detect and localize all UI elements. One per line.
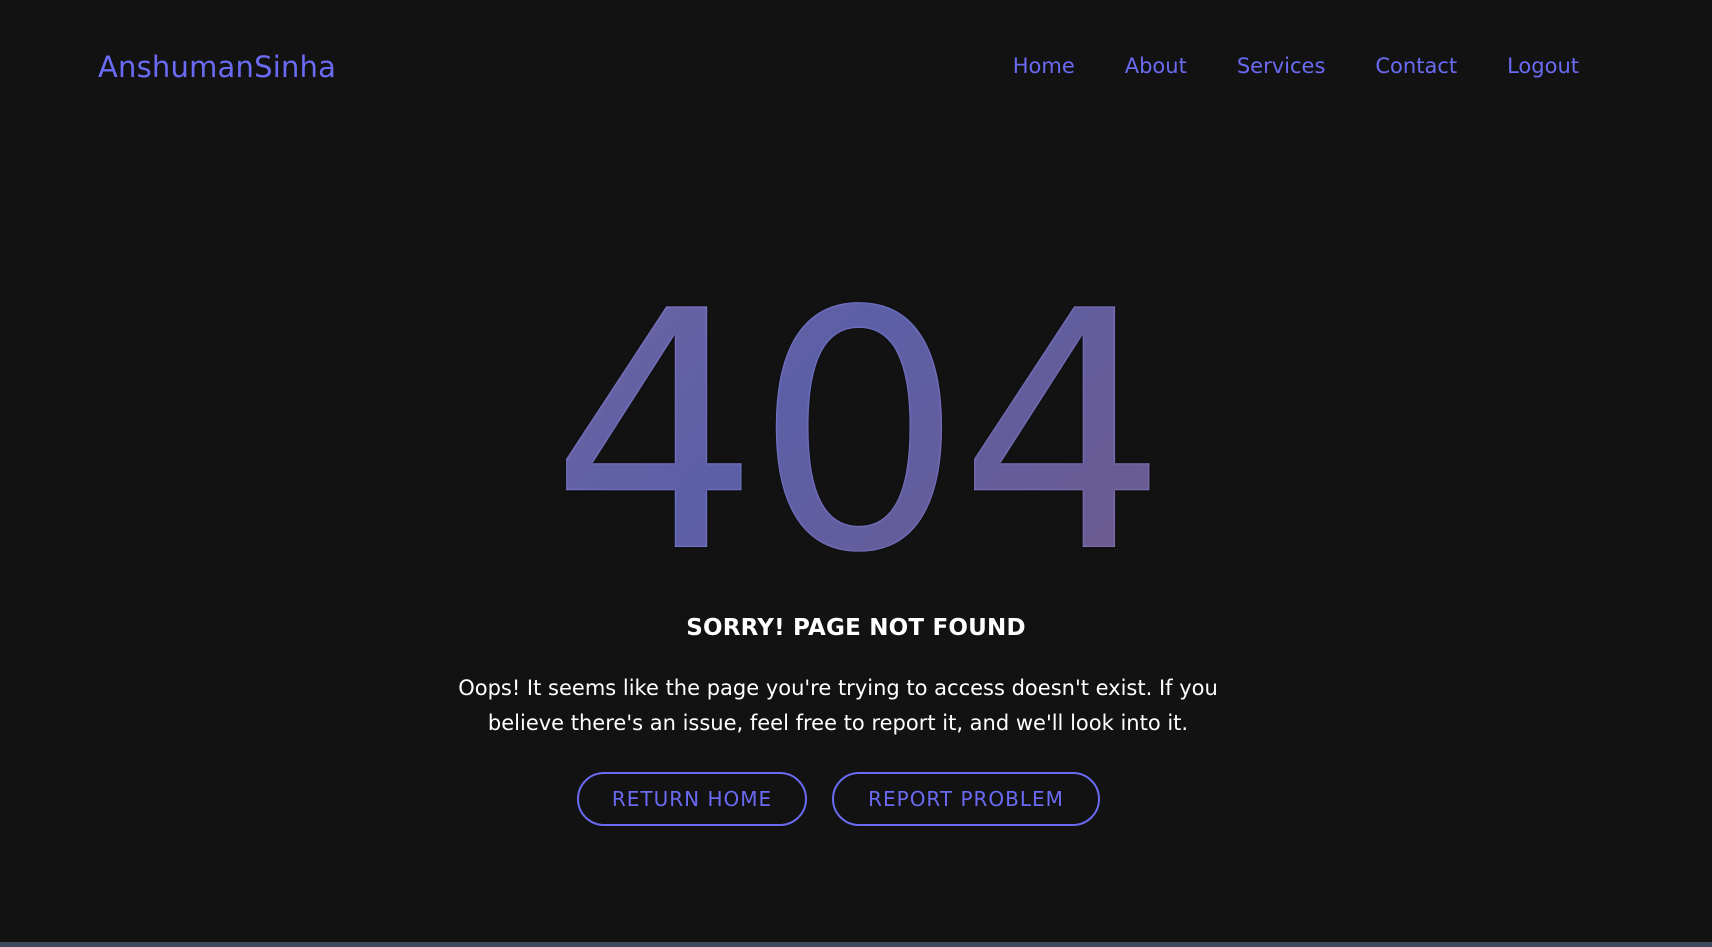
nav-link-home[interactable]: Home bbox=[1013, 54, 1075, 78]
nav-link-contact[interactable]: Contact bbox=[1375, 54, 1457, 78]
nav-links: Home About Services Contact Logout bbox=[963, 54, 1579, 78]
error-code: 404 bbox=[550, 241, 1168, 625]
brand-logo-link[interactable]: AnshumanSinha bbox=[98, 50, 336, 84]
bottom-divider bbox=[0, 942, 1712, 947]
nav-link-about[interactable]: About bbox=[1125, 54, 1187, 78]
navbar: AnshumanSinha Home About Services Contac… bbox=[0, 0, 1712, 140]
return-home-button[interactable]: RETURN HOME bbox=[577, 772, 807, 826]
nav-link-logout[interactable]: Logout bbox=[1507, 54, 1579, 78]
not-found-page: AnshumanSinha Home About Services Contac… bbox=[0, 0, 1712, 947]
nav-link-services[interactable]: Services bbox=[1237, 54, 1326, 78]
hero-section: 404 bbox=[0, 268, 1712, 598]
report-problem-button[interactable]: REPORT PROBLEM bbox=[832, 772, 1100, 826]
error-headline: SORRY! PAGE NOT FOUND bbox=[686, 615, 1026, 641]
error-message: Oops! It seems like the page you're tryi… bbox=[458, 676, 1218, 735]
